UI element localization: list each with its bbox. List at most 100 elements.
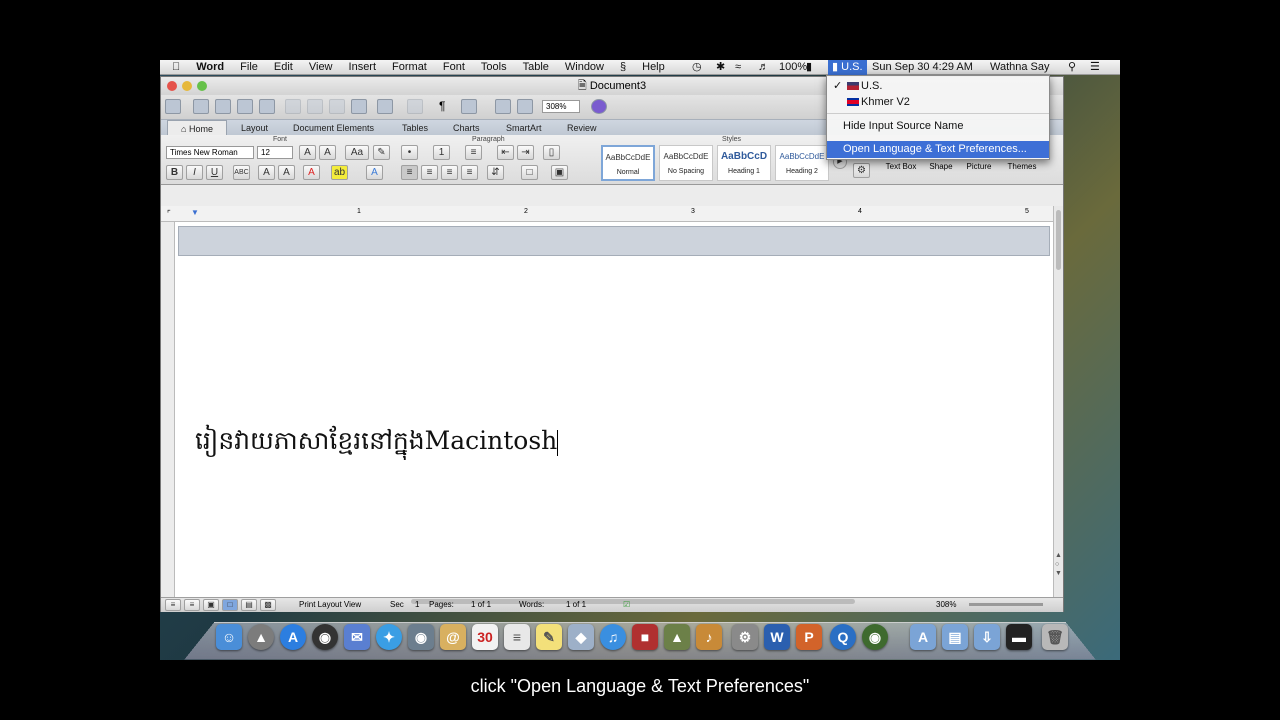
wifi-icon[interactable]: ≈ <box>735 60 741 75</box>
tab-review[interactable]: Review <box>567 120 597 136</box>
minimize-icon[interactable] <box>182 81 192 91</box>
multilevel-list-button[interactable]: ≡ <box>465 145 482 160</box>
superscript-button[interactable]: A <box>258 165 275 180</box>
font-name-select[interactable]: Times New Roman <box>166 146 254 159</box>
powerpoint-icon[interactable]: P <box>796 624 822 650</box>
tab-stop-selector-icon[interactable]: ⌜ <box>167 209 171 218</box>
zoom-slider[interactable] <box>969 603 1043 606</box>
mail-icon[interactable]: ✉ <box>344 624 370 650</box>
safari-icon[interactable]: ✦ <box>376 624 402 650</box>
print-layout-view-icon[interactable]: □ <box>222 599 238 611</box>
globe-icon[interactable]: ◉ <box>862 624 888 650</box>
undo-icon[interactable] <box>377 99 393 114</box>
print-icon[interactable] <box>259 99 275 114</box>
columns-button[interactable]: ▯ <box>543 145 560 160</box>
menu-tools[interactable]: Tools <box>473 60 515 75</box>
menu-view[interactable]: View <box>301 60 341 75</box>
bullets-button[interactable]: • <box>401 145 418 160</box>
calendar-icon[interactable]: 30 <box>472 624 498 650</box>
menu-font[interactable]: Font <box>435 60 473 75</box>
spelling-check-icon[interactable]: ☑ <box>623 598 630 612</box>
align-right-button[interactable]: ≡ <box>441 165 458 180</box>
align-center-button[interactable]: ≡ <box>421 165 438 180</box>
finder-icon[interactable]: ☺ <box>216 624 242 650</box>
clock[interactable]: Sun Sep 30 4:29 AM <box>872 60 973 75</box>
font-color-button[interactable]: A <box>303 165 320 180</box>
tab-tables[interactable]: Tables <box>402 120 428 136</box>
style-heading-1[interactable]: AaBbCcD Heading 1 <box>717 145 771 181</box>
trash-icon[interactable]: 🗑 <box>1042 624 1068 650</box>
grow-font-button[interactable]: A <box>299 145 316 160</box>
line-spacing-button[interactable]: ⇵ <box>487 165 504 180</box>
script-menu-icon[interactable]: § <box>612 60 634 75</box>
garageband-icon[interactable]: ♪ <box>696 624 722 650</box>
strikethrough-button[interactable]: ABC <box>233 165 250 180</box>
menu-format[interactable]: Format <box>384 60 435 75</box>
styles-pane-icon[interactable]: ⚙ <box>853 163 870 178</box>
document-body-text[interactable]: រៀនវាយភាសាខ្មែរនៅក្នុងMacintosh <box>195 426 559 462</box>
italic-button[interactable]: I <box>186 165 203 180</box>
sidebar-icon[interactable] <box>461 99 477 114</box>
input-source-us[interactable]: ✓ U.S. <box>827 78 1049 95</box>
tab-smartart[interactable]: SmartArt <box>506 120 542 136</box>
horizontal-ruler[interactable]: ⌜ ▼ 1 2 3 4 5 <box>161 206 1063 222</box>
photo-booth-red-icon[interactable]: ■ <box>632 624 658 650</box>
paste-icon[interactable] <box>329 99 345 114</box>
menu-word[interactable]: Word <box>188 60 232 75</box>
scroll-thumb[interactable] <box>1056 210 1061 270</box>
tab-layout[interactable]: Layout <box>241 120 268 136</box>
format-painter-icon[interactable] <box>351 99 367 114</box>
dashboard-icon[interactable]: ◉ <box>312 624 338 650</box>
numbering-button[interactable]: 1 <box>433 145 450 160</box>
subscript-button[interactable]: A <box>278 165 295 180</box>
notebook-view-icon[interactable]: ▤ <box>241 599 257 611</box>
shading-button[interactable]: ▣ <box>551 165 568 180</box>
launchpad-icon[interactable]: ▲ <box>248 624 274 650</box>
input-source-khmer[interactable]: Khmer V2 <box>827 94 1049 111</box>
open-language-text-preferences[interactable]: Open Language & Text Preferences... <box>827 141 1049 158</box>
itunes-icon[interactable]: ♫ <box>600 624 626 650</box>
downloads-folder-icon[interactable]: ⇩ <box>974 624 1000 650</box>
tab-home[interactable]: ⌂ Home <box>167 120 227 136</box>
iphoto-icon[interactable]: ▲ <box>664 624 690 650</box>
clear-formatting-button[interactable]: ✎ <box>373 145 390 160</box>
increase-indent-button[interactable]: ⇥ <box>517 145 534 160</box>
vertical-ruler[interactable] <box>161 222 175 598</box>
gallery-icon[interactable] <box>495 99 511 114</box>
document-page[interactable]: រៀនវាយភាសាខ្មែរនៅក្នុងMacintosh <box>175 222 1053 598</box>
battery-icon[interactable]: ▮ <box>806 60 812 75</box>
pilcrow-icon[interactable]: ¶ <box>439 99 455 114</box>
word-icon[interactable]: W <box>764 624 790 650</box>
tab-charts[interactable]: Charts <box>453 120 480 136</box>
apple-menu-icon[interactable]:  <box>160 60 188 75</box>
shrink-font-button[interactable]: A <box>319 145 336 160</box>
notification-list-icon[interactable]: ☰ <box>1090 60 1100 75</box>
documents-folder-icon[interactable]: ▤ <box>942 624 968 650</box>
menu-window[interactable]: Window <box>557 60 612 75</box>
reminders-icon[interactable]: ≡ <box>504 624 530 650</box>
menu-table[interactable]: Table <box>515 60 557 75</box>
vertical-scrollbar[interactable]: ▲ ○ ▼ <box>1053 206 1063 598</box>
bluetooth-icon[interactable]: ✱ <box>716 60 725 75</box>
draft-view-icon[interactable]: ≡ <box>165 599 181 611</box>
change-case-button[interactable]: Aa <box>345 145 369 160</box>
templates-icon[interactable] <box>193 99 209 114</box>
menu-file[interactable]: File <box>232 60 266 75</box>
volume-icon[interactable]: ♬ <box>758 60 769 75</box>
zoom-select[interactable]: 308% <box>542 100 580 113</box>
user-name[interactable]: Wathna Say <box>990 60 1050 75</box>
toolbox-icon[interactable] <box>517 99 533 114</box>
bold-button[interactable]: B <box>166 165 183 180</box>
tab-document-elements[interactable]: Document Elements <box>293 120 374 136</box>
app-store-icon[interactable]: A <box>280 624 306 650</box>
underline-button[interactable]: U <box>206 165 223 180</box>
zoom-icon[interactable] <box>197 81 207 91</box>
menu-help[interactable]: Help <box>634 60 673 75</box>
copy-icon[interactable] <box>307 99 323 114</box>
publishing-view-icon[interactable]: ▣ <box>203 599 219 611</box>
applications-folder-icon[interactable]: A <box>910 624 936 650</box>
address-book-icon[interactable]: @ <box>440 624 466 650</box>
highlight-button[interactable]: ab <box>331 165 348 180</box>
cut-icon[interactable] <box>285 99 301 114</box>
menu-edit[interactable]: Edit <box>266 60 301 75</box>
